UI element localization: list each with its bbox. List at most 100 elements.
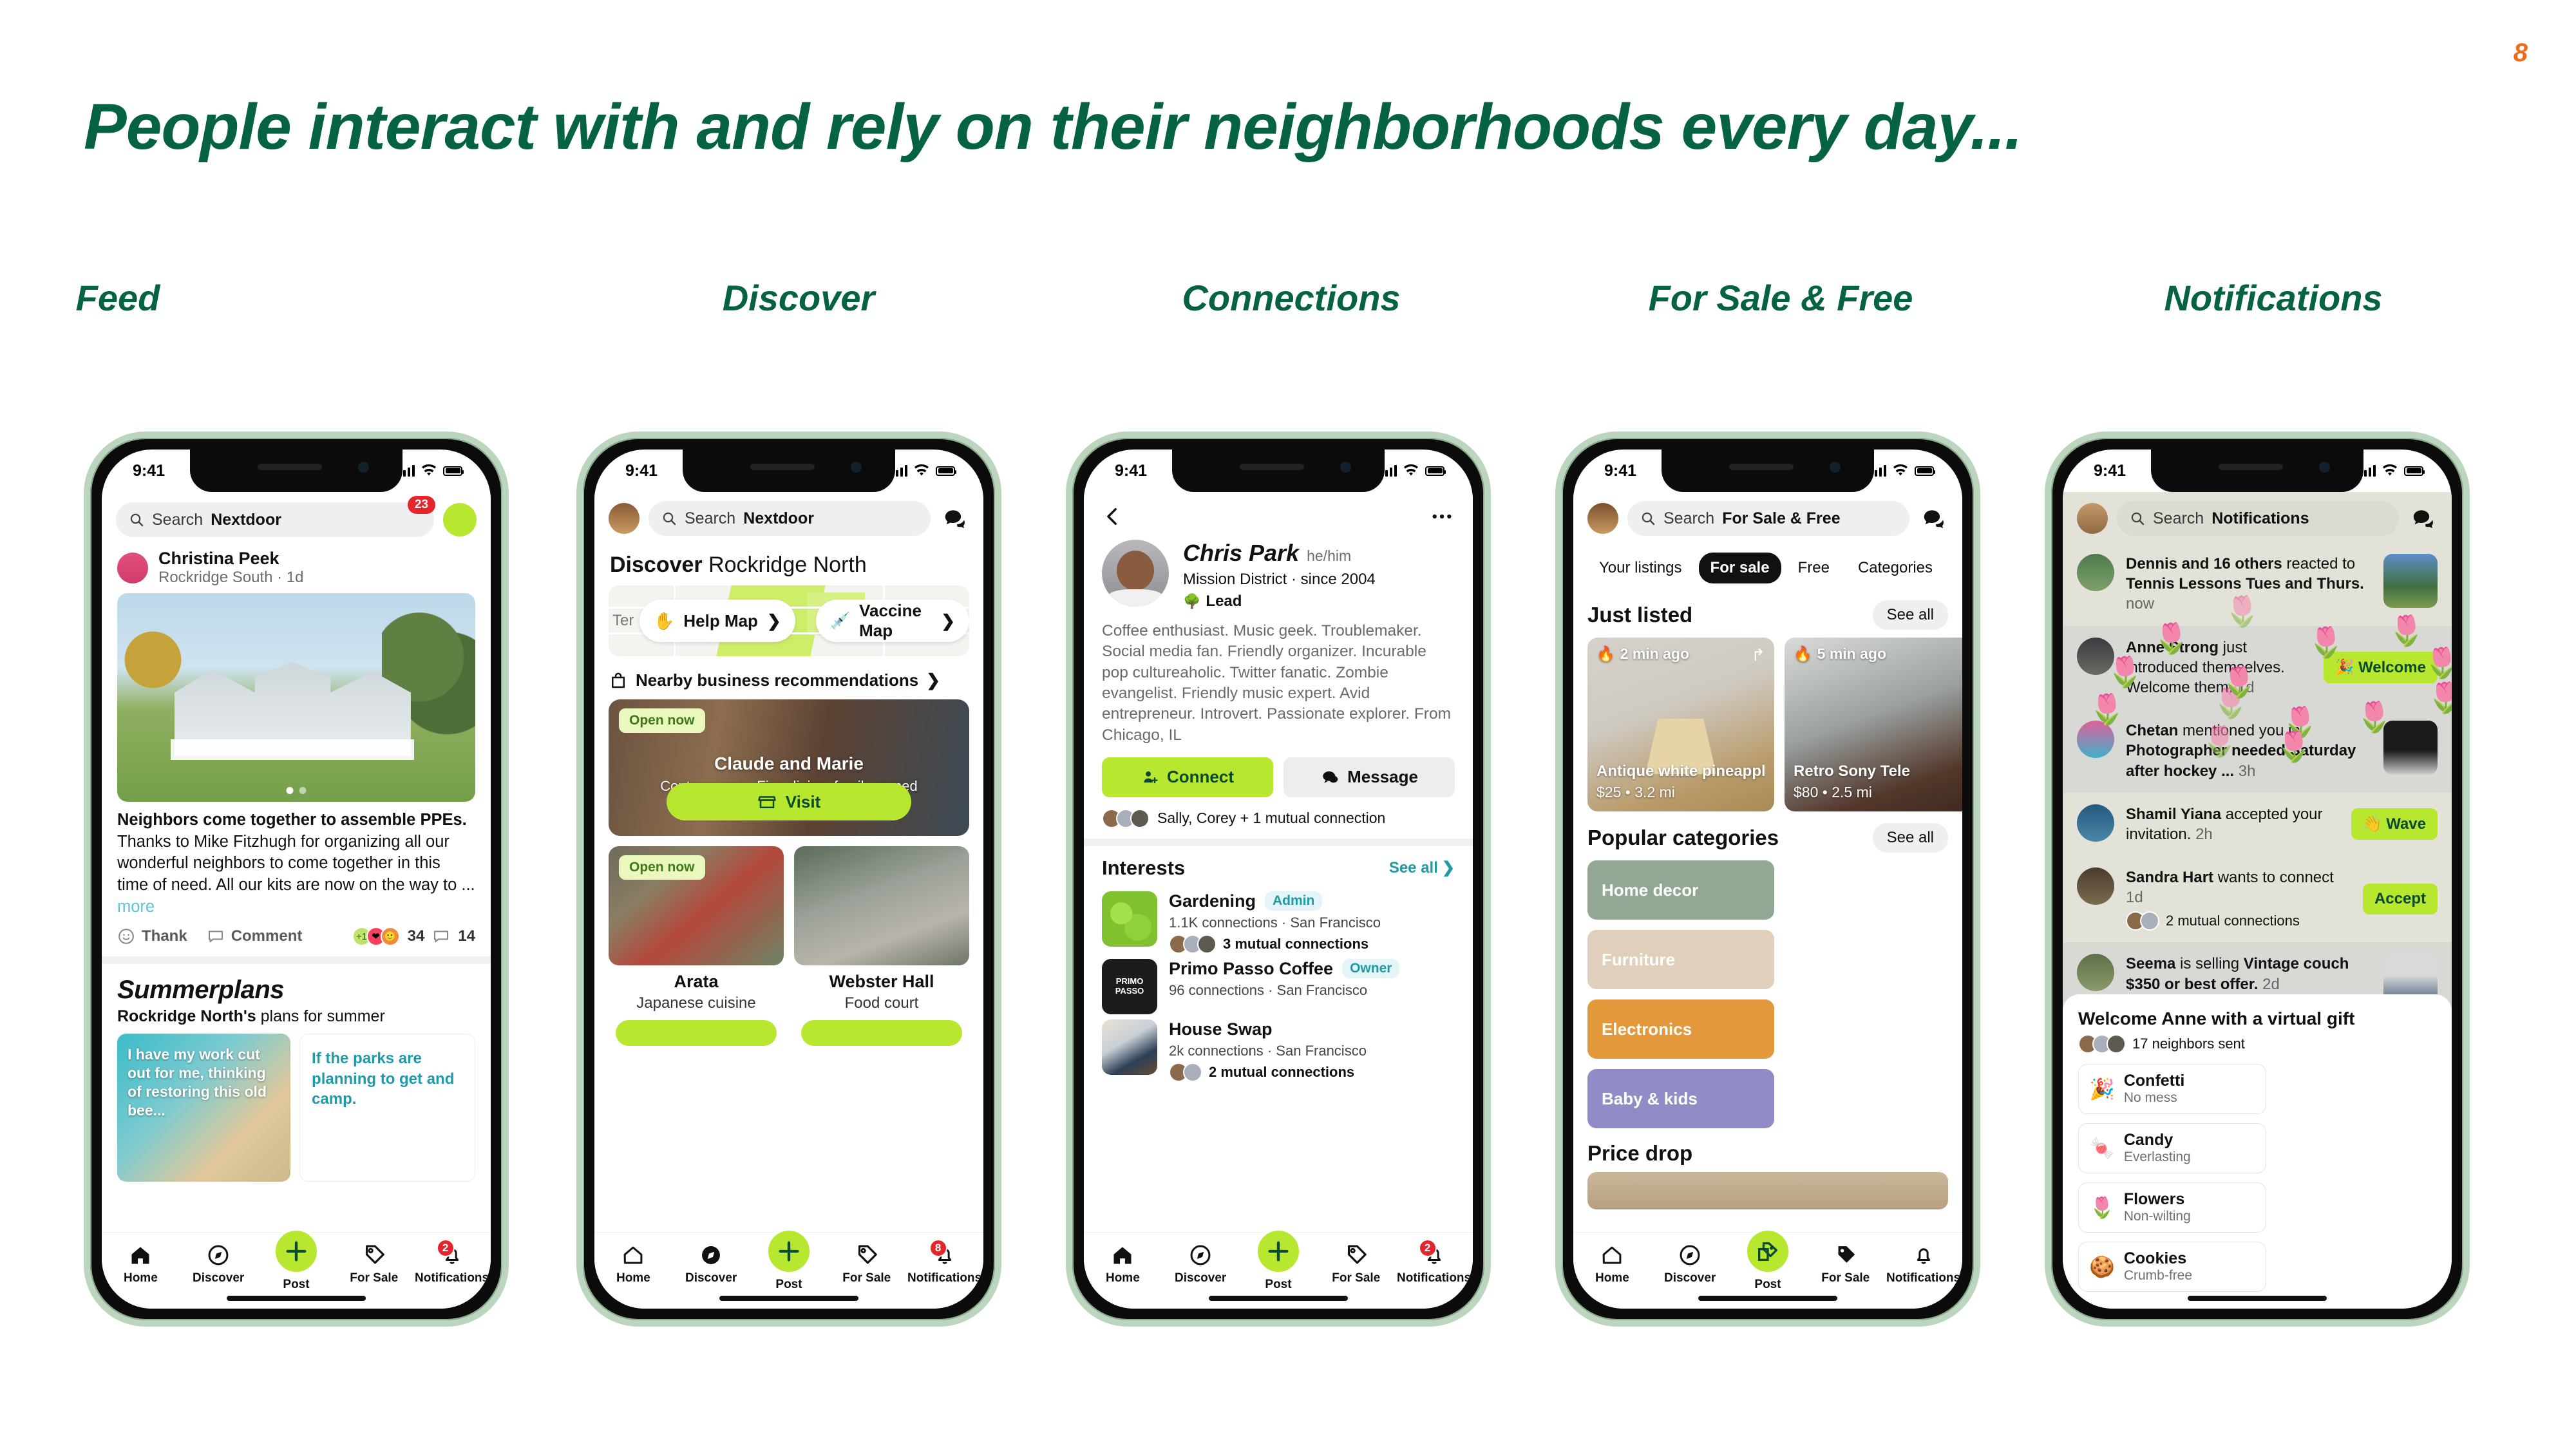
post-author-row[interactable]: Christina Peek Rockridge South · 1d <box>102 545 491 593</box>
tab-label-discover: Discover <box>1175 1271 1227 1285</box>
search-input[interactable]: Search Nextdoor <box>649 501 931 536</box>
search-input[interactable]: Search For Sale & Free <box>1627 501 1909 536</box>
summerplans-card-1[interactable]: I have my work cut out for me, thinking … <box>117 1034 291 1182</box>
notification-item-anne[interactable]: Anne Strong just introduced themselves. … <box>2063 625 2452 710</box>
category-home-decor[interactable]: Home decor <box>1587 860 1774 920</box>
comment-button[interactable]: Comment <box>207 927 302 945</box>
category-furniture[interactable]: Furniture <box>1587 930 1774 989</box>
post-fab[interactable] <box>1743 1227 1792 1275</box>
accept-button[interactable]: Accept <box>2362 884 2438 915</box>
vaccine-map-pill[interactable]: 💉 Vaccine Map ❯ <box>816 600 969 642</box>
tab-discover[interactable]: Discover <box>183 1242 254 1285</box>
author-avatar[interactable] <box>117 552 148 583</box>
avatar[interactable] <box>2077 503 2108 534</box>
messages-button[interactable] <box>2408 506 2438 531</box>
featured-business-card[interactable]: Open now Claude and Marie Contemporary, … <box>609 699 969 836</box>
smiley-icon <box>118 929 134 945</box>
profile-avatar[interactable] <box>1102 540 1169 607</box>
tab-post[interactable]: Post <box>1243 1227 1314 1292</box>
tab-home[interactable]: Home <box>1577 1242 1647 1285</box>
business-card-button[interactable] <box>801 1020 962 1046</box>
tab-forsale[interactable]: For Sale <box>339 1242 410 1285</box>
tab-discover[interactable]: Discover <box>676 1242 746 1285</box>
post-photo[interactable] <box>117 593 475 802</box>
chevron-right-icon: ❯ <box>766 611 781 630</box>
tab-notifications[interactable]: 8 Notifications <box>907 1239 981 1285</box>
notification-actor: Shamil Yiana <box>2126 805 2222 823</box>
just-listed-see-all[interactable]: See all <box>1872 600 1948 630</box>
connect-button[interactable]: Connect <box>1102 757 1273 797</box>
column-discover: Discover <box>547 277 1050 319</box>
business-card-button[interactable] <box>616 1020 777 1046</box>
notification-subject: Tennis Lessons Tues and Thurs. <box>2126 575 2364 593</box>
column-label-discover: Discover <box>722 278 875 318</box>
search-input[interactable]: Search Nextdoor <box>116 502 434 537</box>
tab-forsale[interactable]: For Sale <box>1321 1242 1392 1285</box>
post-fab[interactable] <box>272 1227 320 1275</box>
notification-item-chetan[interactable]: Chetan mentioned you in Photographer nee… <box>2063 709 2452 793</box>
summerplans-card-2[interactable]: If the parks are planning to get and cam… <box>299 1034 475 1182</box>
share-icon[interactable]: ↱ <box>1751 645 1765 665</box>
gift-option-candy[interactable]: 🍬 Candy Everlasting <box>2078 1123 2266 1173</box>
business-card-webster[interactable]: Webster Hall Food court <box>794 846 969 1046</box>
gift-option-flowers[interactable]: 🌷 Flowers Non-wilting <box>2078 1182 2266 1233</box>
tab-discover[interactable]: Discover <box>1654 1242 1725 1285</box>
category-electronics[interactable]: Electronics <box>1587 999 1774 1059</box>
more-options-icon[interactable] <box>1429 504 1455 529</box>
tab-forsale[interactable]: For Sale <box>1810 1242 1881 1285</box>
tab-discover[interactable]: Discover <box>1165 1242 1236 1285</box>
messages-button[interactable] <box>940 506 969 531</box>
mutual-connections-row[interactable]: Sally, Corey + 1 mutual connection <box>1084 797 1473 838</box>
tab-your-listings[interactable]: Your listings <box>1587 553 1694 583</box>
tab-post[interactable]: Post <box>753 1227 824 1292</box>
interest-item-house-swap[interactable]: House Swap 2k connections · San Francisc… <box>1084 1014 1473 1082</box>
reaction-summary[interactable]: +1 ❤ 🙂 34 14 <box>352 927 475 947</box>
tab-free[interactable]: Free <box>1786 553 1841 583</box>
post-fab[interactable] <box>764 1227 813 1275</box>
nearby-business-header[interactable]: Nearby business recommendations ❯ <box>594 656 983 699</box>
wave-button[interactable]: 👋 Wave <box>2351 808 2438 840</box>
thank-button[interactable]: Thank <box>117 927 187 945</box>
back-arrow-icon[interactable] <box>1102 506 1124 527</box>
listing-card-lamp[interactable]: 🔥 2 min ago ↱ Antique white pineapple l..… <box>1587 638 1774 811</box>
gift-option-cookies[interactable]: 🍪 Cookies Crumb-free <box>2078 1242 2266 1292</box>
tab-categories[interactable]: Categories <box>1846 553 1944 583</box>
map-strip[interactable]: Ter ✋ Help Map ❯ 💉 Vaccine Map ❯ <box>609 585 969 656</box>
tab-home[interactable]: Home <box>1087 1242 1158 1285</box>
avatar[interactable] <box>609 503 639 534</box>
notification-item-shamil[interactable]: Shamil Yiana accepted your invitation. 2… <box>2063 793 2452 856</box>
help-map-pill[interactable]: ✋ Help Map ❯ <box>639 600 795 642</box>
business-card-arata[interactable]: Open now Arata Japanese cuisine <box>609 846 784 1046</box>
tab-post[interactable]: Post <box>261 1227 332 1292</box>
notification-item-sandra[interactable]: Sandra Hart wants to connect 1d 2 mutual… <box>2063 856 2452 942</box>
interest-item-primo-passo[interactable]: PRIMO PASSO Primo Passo Coffee Owner 96 co… <box>1084 954 1473 1014</box>
tab-notifications[interactable]: 2 Notifications <box>1397 1239 1471 1285</box>
categories-see-all[interactable]: See all <box>1872 823 1948 853</box>
tab-notifications[interactable]: Notifications <box>1886 1242 1960 1285</box>
tab-forsale[interactable]: For Sale <box>831 1242 902 1285</box>
gift-option-confetti[interactable]: 🎉 Confetti No mess <box>2078 1064 2266 1114</box>
tab-home[interactable]: Home <box>105 1242 176 1285</box>
welcome-button[interactable]: 🎉 Welcome <box>2323 651 2438 683</box>
listing-card-tv[interactable]: 🔥 5 min ago Retro Sony Tele $80 • 2.5 mi <box>1785 638 1962 811</box>
notification-item-dennis[interactable]: Dennis and 16 others reacted to Tennis L… <box>2063 542 2452 626</box>
message-button[interactable]: Message <box>1283 757 1455 797</box>
post-fab[interactable] <box>1254 1227 1302 1275</box>
listing-time-row: 🔥 5 min ago <box>1794 645 1886 663</box>
more-link[interactable]: more <box>117 898 155 916</box>
visit-button[interactable]: Visit <box>667 783 911 820</box>
category-baby-kids[interactable]: Baby & kids <box>1587 1069 1774 1128</box>
interests-see-all[interactable]: See all ❯ <box>1389 858 1455 877</box>
price-drop-strip[interactable] <box>1587 1172 1948 1209</box>
avatar[interactable] <box>1587 503 1618 534</box>
tab-home[interactable]: Home <box>598 1242 668 1285</box>
wifi-icon <box>914 464 929 476</box>
section-divider <box>102 956 491 965</box>
search-input[interactable]: Search Notifications <box>2117 501 2399 536</box>
tab-post[interactable]: Post <box>1732 1227 1803 1292</box>
messages-button[interactable] <box>1918 506 1948 531</box>
avatar[interactable] <box>443 503 477 536</box>
tab-notifications[interactable]: 2 Notifications <box>415 1239 489 1285</box>
tab-for-sale[interactable]: For sale <box>1698 553 1781 583</box>
interest-item-gardening[interactable]: Gardening Admin 1.1K connections · San Fr… <box>1084 886 1473 954</box>
